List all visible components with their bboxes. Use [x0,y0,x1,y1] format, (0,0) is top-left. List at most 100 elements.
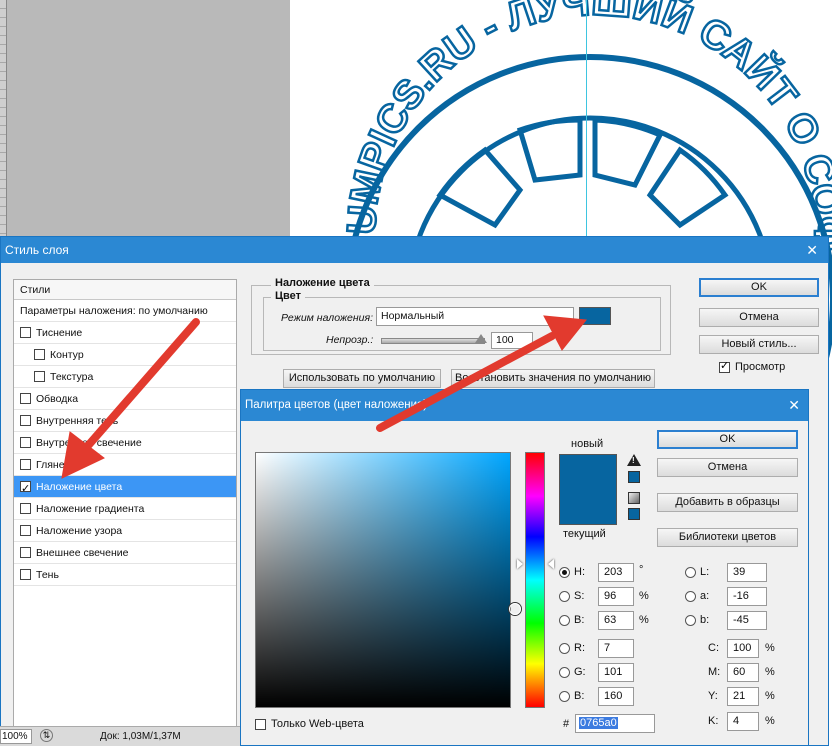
b-channel-radio[interactable] [685,615,696,626]
style-item-checkbox[interactable] [34,371,45,382]
style-item[interactable]: Обводка [14,388,236,410]
black-input[interactable]: 4 [727,712,759,731]
a-channel-radio[interactable] [685,591,696,602]
style-item-checkbox[interactable] [20,478,31,497]
style-item-checkbox[interactable] [20,547,31,558]
green-input[interactable]: 101 [598,663,634,682]
preview-label: Просмотр [735,361,786,373]
styles-list: Параметры наложения: по умолчанию Тиснени… [14,300,236,586]
green-radio[interactable] [559,667,570,678]
blue-label: B: [574,690,585,702]
style-item[interactable]: Наложение градиента [14,498,236,520]
zoom-input[interactable]: 100% [0,729,32,744]
style-item[interactable]: Текстура [14,366,236,388]
hue-slider-right-arrow-icon[interactable] [548,559,554,569]
style-item[interactable]: Тиснение [14,322,236,344]
style-item-checkbox[interactable] [20,569,31,580]
b-channel-input[interactable]: -45 [727,611,767,630]
style-item[interactable]: Внутреннее свечение [14,432,236,454]
hue-unit: ° [639,564,644,576]
yellow-input[interactable]: 21 [727,687,759,706]
new-color-label: новый [571,438,604,450]
style-item[interactable]: Глянец [14,454,236,476]
blend-mode-select[interactable]: Нормальный [376,307,574,326]
brightness-input[interactable]: 63 [598,611,634,630]
style-item[interactable]: Внешнее свечение [14,542,236,564]
style-item-checkbox[interactable] [20,437,31,448]
blue-radio[interactable] [559,691,570,702]
saturation-input[interactable]: 96 [598,587,634,606]
style-item-checkbox[interactable] [20,415,31,426]
styles-header[interactable]: Стили [14,280,236,300]
saturation-radio[interactable] [559,591,570,602]
a-channel-label: a: [700,590,710,602]
style-item-checkbox[interactable] [20,503,31,514]
close-icon[interactable]: ✕ [788,390,800,421]
style-item[interactable]: Параметры наложения: по умолчанию [14,300,236,322]
hex-input[interactable]: 0765a0 [575,714,655,733]
opacity-slider-thumb[interactable] [475,334,487,343]
restore-default-button[interactable]: Восстановить значения по умолчанию [451,369,655,388]
opacity-input[interactable]: 100 [491,332,533,349]
style-item-checkbox[interactable] [34,349,45,360]
gamut-color-swatch[interactable] [628,471,640,483]
hue-radio[interactable] [559,567,570,578]
style-item[interactable]: Внутренняя тень [14,410,236,432]
preview-option[interactable]: Просмотр [719,359,786,373]
lightness-radio[interactable] [685,567,696,578]
style-item-checkbox[interactable] [20,327,31,338]
gamut-warning-icon[interactable]: ! [627,454,641,466]
hue-input[interactable]: 203 [598,563,634,582]
color-picker-titlebar[interactable]: Палитра цветов (цвет наложения) ✕ [241,390,808,421]
style-item[interactable]: Контур [14,344,236,366]
style-item-label: Тень [36,568,59,581]
a-channel-input[interactable]: -16 [727,587,767,606]
blend-mode-label: Режим наложения: [281,312,374,324]
current-color-swatch[interactable] [559,489,617,525]
style-item-checkbox[interactable] [20,525,31,536]
brightness-label: B: [574,614,585,626]
color-libraries-button[interactable]: Библиотеки цветов [657,528,798,547]
style-item-checkbox[interactable] [20,459,31,470]
hue-slider-left-arrow-icon[interactable] [517,559,523,569]
red-input[interactable]: 7 [598,639,634,658]
cyan-input[interactable]: 100 [727,639,759,658]
color-cursor[interactable] [509,603,521,615]
yellow-label: Y: [708,690,718,702]
brightness-radio[interactable] [559,615,570,626]
overlay-color-swatch[interactable] [579,307,611,325]
style-item-checkbox[interactable] [20,393,31,404]
picker-ok-button[interactable]: OK [657,430,798,449]
close-icon[interactable]: ✕ [806,237,818,263]
preview-checkbox[interactable] [719,359,730,373]
magenta-input[interactable]: 60 [727,663,759,682]
status-bar: 100% ⇅ Док: 1,03M/1,37M [0,726,240,746]
saturation-brightness-field[interactable] [255,452,521,708]
new-style-button[interactable]: Новый стиль... [699,335,819,354]
magenta-label: M: [708,666,721,678]
style-item[interactable]: Наложение цвета [14,476,236,498]
cyan-unit: % [765,642,775,654]
add-to-swatches-button[interactable]: Добавить в образцы [657,493,798,512]
web-colors-only-checkbox[interactable] [255,718,266,730]
blue-input[interactable]: 160 [598,687,634,706]
picker-cancel-button[interactable]: Отмена [657,458,798,477]
web-safe-cube-icon[interactable] [628,492,640,504]
web-safe-color-swatch[interactable] [628,508,640,520]
style-item[interactable]: Тень [14,564,236,586]
layer-style-titlebar[interactable]: Стиль слоя ✕ [1,237,828,263]
opacity-slider[interactable] [381,338,485,344]
use-default-button[interactable]: Использовать по умолчанию [283,369,441,388]
web-colors-only-option[interactable]: Только Web-цвета [255,718,364,730]
color-picker-dialog: Палитра цветов (цвет наложения) ✕ новый … [240,389,809,746]
red-radio[interactable] [559,643,570,654]
b-channel-label: b: [700,614,710,626]
layer-style-cancel-button[interactable]: Отмена [699,308,819,327]
share-icon[interactable]: ⇅ [40,729,53,742]
hex-label: # [563,718,570,730]
hue-slider[interactable] [525,452,545,708]
layer-style-ok-button[interactable]: OK [699,278,819,297]
style-item[interactable]: Наложение узора [14,520,236,542]
lightness-input[interactable]: 39 [727,563,767,582]
style-item-label: Внутренняя тень [36,414,119,427]
